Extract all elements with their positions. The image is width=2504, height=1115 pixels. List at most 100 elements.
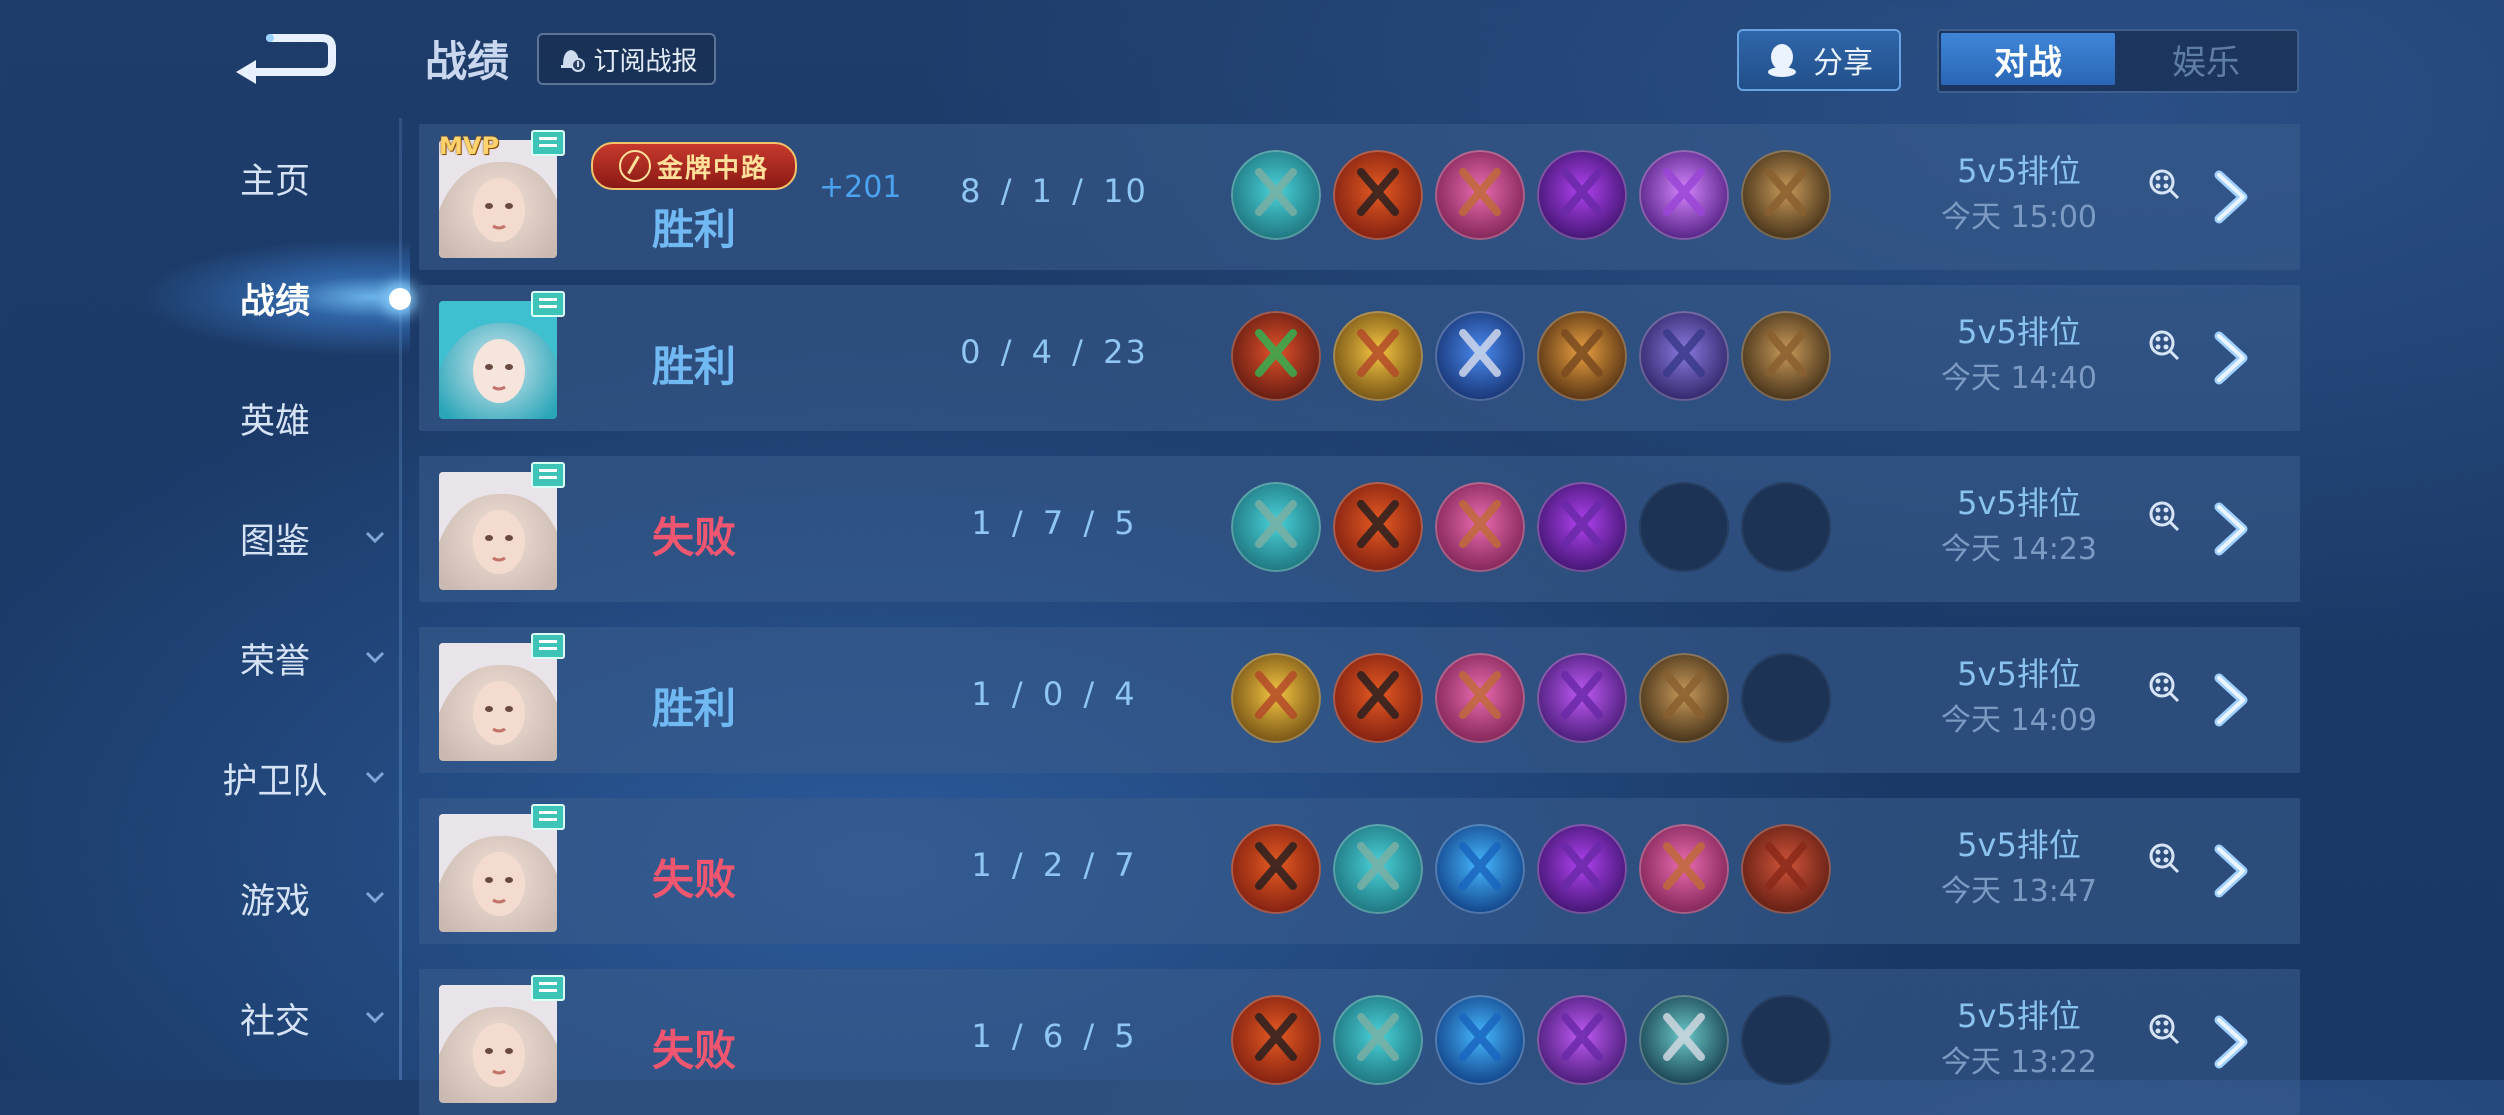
replay-icon[interactable] [2148, 500, 2180, 532]
wood-crate-item-icon [1741, 150, 1831, 240]
chevron-down-icon [365, 1011, 385, 1024]
match-row[interactable]: 失败 1 / 7 / 5 5v5排位 今天 14:23 [419, 456, 2300, 602]
purple-swirl-item-icon [1639, 150, 1729, 240]
game-mode: 5v5排位 [1957, 826, 2081, 864]
bell-icon [561, 50, 586, 72]
violet-staff-item-icon [1537, 995, 1627, 1085]
match-row[interactable]: 胜利 1 / 0 / 4 5v5排位 今天 14:09 [419, 627, 2300, 773]
chevron-down-icon [365, 771, 385, 784]
book-item-icon [1435, 653, 1525, 743]
gold-armor-item-icon [1537, 311, 1627, 401]
match-row[interactable]: MVP 金牌中路 胜利 +201 8 / 1 / 10 5v5排位 今天 15:00 [419, 124, 2300, 270]
game-mode: 5v5排位 [1957, 655, 2081, 693]
hero-portrait [439, 814, 557, 932]
hero-skin-badge-icon [531, 130, 565, 156]
blue-wave-item-icon [1435, 995, 1525, 1085]
hero-avatar [439, 472, 557, 590]
boots-gold-item-icon [1231, 653, 1321, 743]
replay-icon[interactable] [2148, 168, 2180, 200]
chevron-down-icon [365, 531, 385, 544]
steel-lens-item-icon [1639, 995, 1729, 1085]
equipment-items [1231, 150, 1831, 240]
hero-portrait [439, 301, 557, 419]
chevron-right-icon[interactable] [2211, 330, 2257, 386]
violet-armor-item-icon [1639, 311, 1729, 401]
share-button[interactable]: 分享 [1737, 29, 1901, 91]
match-result: 胜利 [651, 205, 736, 254]
hero-avatar [439, 814, 557, 932]
sidebar-item-3[interactable]: 图鉴 [150, 508, 400, 568]
match-time: 今天 14:40 [1941, 361, 2097, 396]
blue-mask-item-icon [1435, 311, 1525, 401]
hero-portrait [439, 472, 557, 590]
wood-crate-item-icon [1639, 653, 1729, 743]
match-result: 胜利 [651, 342, 736, 391]
match-result: 失败 [651, 513, 736, 562]
violet-staff-item-icon [1537, 653, 1627, 743]
medal-label: 金牌中路 [656, 153, 769, 184]
empty-item-slot [1741, 653, 1831, 743]
game-mode: 5v5排位 [1957, 484, 2081, 522]
equipment-items [1231, 482, 1831, 572]
sidebar-item-6[interactable]: 游戏 [150, 868, 400, 928]
chevron-right-icon[interactable] [2211, 169, 2257, 225]
match-time: 今天 15:00 [1941, 200, 2097, 235]
subscribe-label: 订阅战报 [593, 46, 698, 77]
kda-score: 8 / 1 / 10 [960, 172, 1148, 210]
equipment-items [1231, 995, 1831, 1085]
chevron-right-icon[interactable] [2211, 672, 2257, 728]
empty-item-slot [1639, 482, 1729, 572]
sidebar-item-1[interactable]: 战绩 [150, 268, 400, 328]
hero-skin-badge-icon [531, 804, 565, 830]
empty-item-slot [1741, 995, 1831, 1085]
qq-penguin-icon [1768, 44, 1796, 77]
sidebar-item-4[interactable]: 荣誉 [150, 628, 400, 688]
sidebar-item-7[interactable]: 社交 [150, 988, 400, 1048]
book-item-icon [1639, 824, 1729, 914]
match-row[interactable]: 失败 1 / 2 / 7 5v5排位 今天 13:47 [419, 798, 2300, 944]
cross-staff-item-icon [1231, 995, 1321, 1085]
sidebar-item-5[interactable]: 护卫队 [150, 748, 400, 808]
chevron-right-icon[interactable] [2211, 843, 2257, 899]
sidebar-item-label: 主页 [239, 161, 310, 202]
replay-icon[interactable] [2148, 671, 2180, 703]
boots-teal-item-icon [1333, 824, 1423, 914]
replay-icon[interactable] [2148, 842, 2180, 874]
match-row[interactable]: 失败 1 / 6 / 5 5v5排位 今天 13:22 [419, 969, 2300, 1115]
violet-blade-item-icon [1537, 482, 1627, 572]
match-row[interactable]: 胜利 0 / 4 / 23 5v5排位 今天 14:40 [419, 285, 2300, 431]
sidebar-item-0[interactable]: 主页 [150, 148, 400, 208]
hero-avatar [439, 643, 557, 761]
chevron-right-icon[interactable] [2211, 501, 2257, 557]
hero-skin-badge-icon [531, 633, 565, 659]
tab-battle[interactable]: 对战 [1941, 33, 2115, 85]
equipment-items [1231, 653, 1831, 743]
violet-blade-item-icon [1537, 150, 1627, 240]
medal-badge: 金牌中路 [591, 142, 797, 190]
back-button[interactable] [230, 28, 340, 88]
sidebar-item-label: 战绩 [239, 281, 310, 322]
rank-points-gain: +201 [819, 170, 902, 205]
sidebar-item-label: 图鉴 [239, 521, 310, 562]
empty-item-slot [1741, 482, 1831, 572]
match-time: 今天 13:47 [1941, 874, 2097, 909]
cross-staff-item-icon [1231, 824, 1321, 914]
subscribe-report-button[interactable]: 订阅战报 [537, 33, 716, 85]
tab-entertainment[interactable]: 娱乐 [2119, 33, 2293, 85]
sidebar-item-2[interactable]: 英雄 [150, 388, 400, 448]
chevron-right-icon[interactable] [2211, 1014, 2257, 1070]
sidebar-item-label: 游戏 [239, 881, 310, 922]
match-time: 今天 14:09 [1941, 703, 2097, 738]
hero-portrait [439, 985, 557, 1103]
game-mode: 5v5排位 [1957, 313, 2081, 351]
cross-staff-item-icon [1333, 482, 1423, 572]
book-item-icon [1435, 482, 1525, 572]
hero-avatar [439, 985, 557, 1103]
equipment-items [1231, 824, 1831, 914]
mode-toggle: 对战 娱乐 [1937, 29, 2299, 93]
boots-teal-item-icon [1231, 150, 1321, 240]
replay-icon[interactable] [2148, 1013, 2180, 1045]
replay-icon[interactable] [2148, 329, 2180, 361]
chevron-down-icon [365, 651, 385, 664]
page-title: 战绩 [425, 37, 510, 86]
